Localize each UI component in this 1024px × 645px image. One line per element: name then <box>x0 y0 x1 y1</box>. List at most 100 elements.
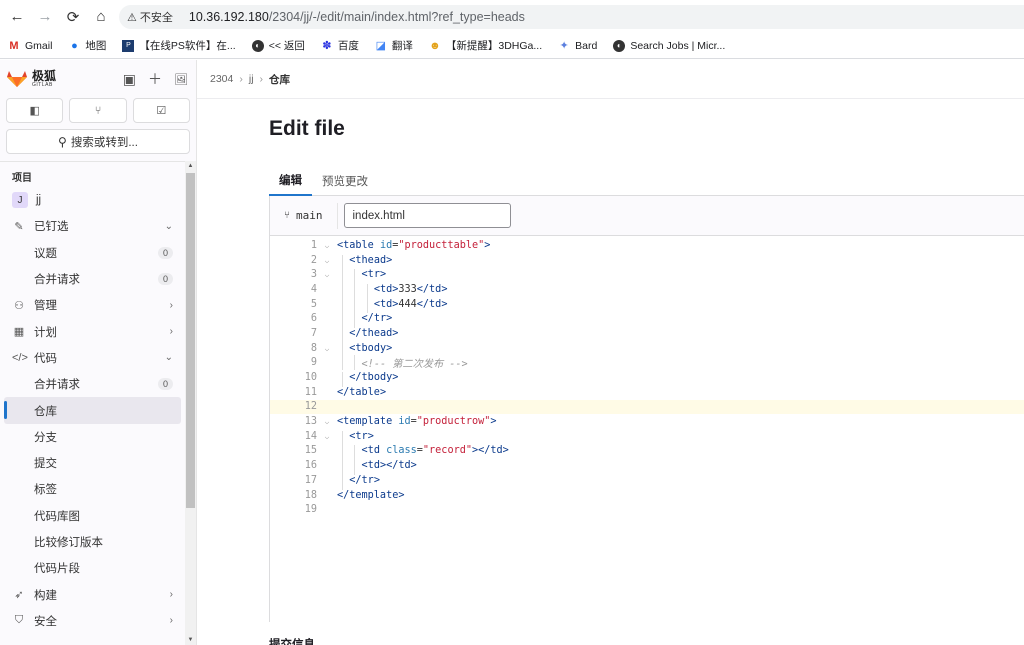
sidebar-item-pinned[interactable]: ✎ 已钉选 ⌄ <box>0 213 185 239</box>
code-line[interactable]: 10 </tbody> <box>270 370 1024 387</box>
line-number: 17 <box>304 474 317 486</box>
code-line[interactable]: 17 </tr> <box>270 473 1024 490</box>
breadcrumb-current[interactable]: 仓库 <box>269 72 290 87</box>
chevron-down-icon: ⌄ <box>164 352 173 364</box>
code-line[interactable]: 4 <td>333</td> <box>270 282 1024 299</box>
fold-chevron-icon[interactable]: ⌵ <box>317 344 337 353</box>
sidebar-item-compare[interactable]: 比较修订版本 <box>0 529 185 555</box>
code-line[interactable]: 13 ⌵ <template id="productrow"> <box>270 414 1024 429</box>
code-text: <template id="productrow"> <box>337 416 497 428</box>
bookmark-ps[interactable]: P 【在线PS软件】在... <box>122 38 236 53</box>
code-line[interactable]: 12 <box>270 399 1024 415</box>
home-icon[interactable]: ⌂ <box>90 6 112 28</box>
fold-chevron-icon[interactable]: ⌵ <box>317 432 337 441</box>
sidebar-item-project[interactable]: J jj <box>0 187 185 213</box>
back-icon[interactable]: ← <box>6 6 28 28</box>
code-line[interactable]: 2 ⌵ <thead> <box>270 253 1024 270</box>
plus-icon[interactable]: ＋ <box>148 69 162 89</box>
warning-icon: ⚠ <box>127 11 137 24</box>
bookmark-maps[interactable]: ● 地图 <box>68 38 106 53</box>
sidebar-scrollbar[interactable]: ▲ ▼ <box>185 161 196 645</box>
code-line[interactable]: 8 ⌵ <tbody> <box>270 341 1024 358</box>
sidebar-nav: 项目 J jj ✎ 已钉选 ⌄ 议题 0 合并请求 0 ⚇ 管理 › ▦ 计划 … <box>0 161 185 634</box>
code-text: <tr> <box>337 430 374 446</box>
code-line[interactable]: 19 <box>270 502 1024 517</box>
reload-icon[interactable]: ⟳ <box>62 6 84 28</box>
code-line[interactable]: 3 ⌵ <tr> <box>270 267 1024 284</box>
issues-icon[interactable]: ◧ <box>6 98 64 123</box>
sidebar-item-branches[interactable]: 分支 <box>0 424 185 450</box>
sidebar-item-plan[interactable]: ▦ 计划 › <box>0 318 185 344</box>
code-line[interactable]: 6 </tr> <box>270 311 1024 328</box>
code-text: <!-- 第二次发布 --> <box>337 355 468 370</box>
tab-edit[interactable]: 编辑 <box>269 166 312 196</box>
bookmark-jobs[interactable]: ◐ Search Jobs | Micr... <box>613 39 725 52</box>
fold-chevron-icon[interactable]: ⌵ <box>317 270 337 279</box>
line-number: 4 <box>310 283 317 295</box>
address-bar[interactable]: ⚠ 不安全 10.36.192.180 /2304/jj/-/edit/main… <box>119 5 1024 29</box>
fold-chevron-icon[interactable]: ⌵ <box>317 256 337 265</box>
url-host: 10.36.192.180 <box>188 10 269 24</box>
code-text: <tbody> <box>337 342 392 358</box>
indent-guide <box>342 355 343 371</box>
code-line[interactable]: 18 </template> <box>270 488 1024 503</box>
chevron-right-icon: › <box>169 326 173 338</box>
pin-icon: ✎ <box>14 220 24 233</box>
scroll-up-icon[interactable]: ▲ <box>185 163 196 169</box>
insecure-label: 不安全 <box>139 12 173 24</box>
fold-chevron-icon[interactable]: ⌵ <box>317 417 337 426</box>
sidebar-item-snippets[interactable]: 代码片段 <box>0 555 185 581</box>
sidebar-item-code[interactable]: </> 代码 ⌄ <box>0 345 185 371</box>
branch-indicator: ⑂ main <box>284 209 323 222</box>
sidebar-item-merge-requests-pinned[interactable]: 合并请求 0 <box>0 266 185 292</box>
search-button[interactable]: ⚲ 搜索或转到... <box>6 129 190 154</box>
sidebar-item-repository[interactable]: 仓库 <box>4 397 181 424</box>
sidebar-item-build[interactable]: ➶ 构建 › <box>0 581 185 607</box>
code-editor[interactable]: 1 ⌵ <table id="producttable"> 2 ⌵ <thead> 3 ⌵ … <box>270 238 1024 517</box>
bookmarks-bar: M Gmail ● 地图 P 【在线PS软件】在... ◐ << 返回 ✽ 百度 ◪ 翻译 … <box>0 33 1024 59</box>
scroll-down-icon[interactable]: ▼ <box>185 637 196 643</box>
code-line[interactable]: 1 ⌵ <table id="producttable"> <box>270 238 1024 253</box>
sidebar-item-manage[interactable]: ⚇ 管理 › <box>0 292 185 318</box>
code-line[interactable]: 15 <td class="record"></td> <box>270 444 1024 461</box>
sidebar-item-tags[interactable]: 标签 <box>0 476 185 502</box>
code-line[interactable]: 16 <td></td> <box>270 458 1024 475</box>
code-text: <td></td> <box>337 460 417 475</box>
globe-icon: ◐ <box>251 39 264 52</box>
sidebar-item-issues[interactable]: 议题 0 <box>0 240 185 266</box>
gitlab-logo-icon[interactable] <box>6 70 28 88</box>
insecure-indicator[interactable]: ⚠ 不安全 <box>127 9 181 25</box>
code-line[interactable]: 11 </table> <box>270 385 1024 400</box>
chevron-right-icon: › <box>239 73 243 85</box>
collapse-sidebar-icon[interactable]: ▣ <box>123 71 136 88</box>
scrollbar-thumb[interactable] <box>186 173 195 508</box>
bookmark-bard[interactable]: ✦ Bard <box>558 40 598 53</box>
breadcrumb-item[interactable]: 2304 <box>210 73 233 85</box>
maps-icon: ● <box>71 39 78 52</box>
sidebar-item-commits[interactable]: 提交 <box>0 450 185 476</box>
code-line[interactable]: 9 <!-- 第二次发布 --> <box>270 355 1024 370</box>
code-line[interactable]: 7 </thead> <box>270 326 1024 343</box>
user-avatar-icon[interactable]: 🖼 <box>174 73 188 86</box>
bookmark-gmail[interactable]: M Gmail <box>8 40 52 52</box>
bookmark-game[interactable]: ☻ 【新提醒】3DHGa... <box>429 38 542 53</box>
sidebar-item-merge-requests[interactable]: 合并请求 0 <box>0 371 185 397</box>
merge-request-icon[interactable]: ⑂ <box>69 98 127 123</box>
line-number: 5 <box>310 298 317 310</box>
line-number: 7 <box>310 327 317 339</box>
breadcrumb-item[interactable]: jj <box>249 73 254 85</box>
todo-icon[interactable]: ☑ <box>132 98 190 123</box>
code-line[interactable]: 14 ⌵ <tr> <box>270 429 1024 446</box>
bookmark-back[interactable]: ◐ << 返回 <box>251 38 305 53</box>
sidebar-item-security[interactable]: ⛉ 安全 › <box>0 608 185 634</box>
code-text: </table> <box>337 386 387 398</box>
project-avatar: J <box>12 192 28 209</box>
code-line[interactable]: 5 <td>444</td> <box>270 297 1024 314</box>
fold-chevron-icon[interactable]: ⌵ <box>317 241 337 250</box>
filename-input[interactable] <box>343 203 511 228</box>
bookmark-translate[interactable]: ◪ 翻译 <box>375 38 413 53</box>
bookmark-baidu[interactable]: ✽ 百度 <box>321 38 359 53</box>
tab-preview[interactable]: 预览更改 <box>312 166 378 196</box>
sidebar-item-graph[interactable]: 代码库图 <box>0 503 185 529</box>
forward-icon[interactable]: → <box>34 6 56 28</box>
